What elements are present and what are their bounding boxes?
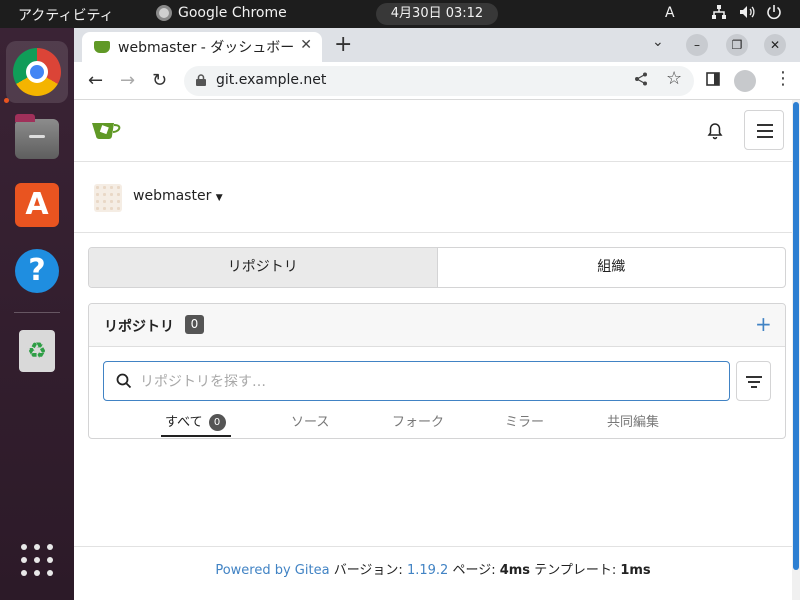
gitea-favicon-icon — [94, 41, 110, 53]
gitea-navbar — [74, 100, 792, 162]
power-icon[interactable] — [766, 4, 782, 24]
activities-button[interactable]: アクティビティ — [18, 5, 114, 25]
back-button[interactable]: ← — [88, 70, 103, 91]
page-content: webmaster ▼ リポジトリ 組織 リポジトリ 0 + リポジトリを探す…… — [74, 100, 792, 600]
browser-tab[interactable]: webmaster - ダッシュボード ✕ — [82, 32, 322, 62]
new-tab-button[interactable]: + — [334, 32, 352, 57]
repository-panel-title: リポジトリ — [104, 319, 174, 335]
page-scrollbar[interactable] — [792, 100, 800, 600]
show-apps-icon[interactable] — [21, 544, 53, 576]
page-footer: Powered by Gitea バージョン: 1.19.2 ページ: 4ms … — [74, 546, 792, 600]
active-tab-underline — [161, 435, 231, 437]
input-method-indicator[interactable]: A — [665, 5, 675, 21]
caret-down-icon: ▼ — [215, 193, 223, 203]
tab-strip: webmaster - ダッシュボード ✕ + ⌄ – ❐ ✕ — [74, 28, 800, 62]
more-menu-icon[interactable]: ⋮ — [774, 68, 792, 89]
volume-icon[interactable] — [739, 4, 755, 24]
chrome-icon — [13, 48, 61, 96]
clock-button[interactable]: 4月30日 03:12 — [376, 3, 498, 25]
powered-by-link[interactable]: Powered by Gitea — [215, 563, 329, 578]
files-icon — [15, 114, 59, 159]
repo-tab-mirrors[interactable]: ミラー — [505, 411, 544, 430]
repo-tab-collaborative[interactable]: 共同編集 — [607, 411, 659, 430]
template-time-value: 1ms — [620, 563, 651, 578]
tab-repositories[interactable]: リポジトリ — [89, 248, 437, 287]
gitea-logo-icon[interactable] — [90, 118, 122, 140]
repository-panel-header: リポジトリ 0 + — [89, 304, 785, 347]
dock: A ? ♻ — [0, 28, 74, 600]
scrollbar-thumb[interactable] — [793, 102, 799, 570]
dock-app-center[interactable]: A — [6, 174, 68, 236]
repository-count-badge: 0 — [185, 315, 204, 334]
repo-tab-all-label: すべて — [165, 415, 203, 430]
help-icon: ? — [15, 249, 59, 293]
tab-title: webmaster - ダッシュボード — [118, 40, 298, 56]
minimize-button[interactable]: – — [686, 34, 708, 56]
context-user-name: webmaster — [133, 188, 212, 204]
reload-button[interactable]: ↻ — [152, 70, 167, 91]
footer-info: Powered by Gitea バージョン: 1.19.2 ページ: 4ms … — [74, 559, 792, 578]
url-text: git.example.net — [216, 72, 327, 88]
app-store-icon: A — [15, 183, 59, 227]
repository-search — [103, 361, 730, 401]
share-icon[interactable] — [634, 71, 648, 90]
menu-toggle-button[interactable] — [744, 110, 784, 150]
user-avatar — [94, 184, 122, 212]
profile-avatar-icon[interactable] — [734, 70, 756, 92]
page-time-label: ページ: — [452, 563, 496, 578]
app-menu-label: Google Chrome — [178, 5, 287, 21]
bookmark-star-icon[interactable]: ☆ — [666, 68, 682, 89]
repository-search-input[interactable] — [140, 371, 700, 393]
search-icon — [116, 373, 132, 389]
browser-toolbar: ← → ↻ git.example.net ☆ ⋮ — [74, 62, 800, 100]
add-repository-icon[interactable]: + — [755, 312, 772, 336]
address-bar[interactable]: git.example.net — [184, 66, 694, 96]
tab-search-button[interactable]: ⌄ — [652, 34, 664, 50]
version-label: バージョン: — [333, 563, 403, 578]
network-icon[interactable] — [711, 4, 727, 24]
system-top-bar: アクティビティ Google Chrome 4月30日 03:12 A — [0, 0, 800, 28]
repository-panel: リポジトリ 0 + すべて0 ソース フォー — [88, 303, 786, 439]
template-time-label: テンプレート: — [534, 563, 617, 578]
maximize-button[interactable]: ❐ — [726, 34, 748, 56]
lock-icon — [196, 74, 206, 86]
repository-type-tabs: すべて 0 ソース フォーク ミラー 共同編集 — [149, 404, 749, 438]
dashboard-switch: リポジトリ 組織 — [88, 247, 786, 288]
context-user-dropdown[interactable]: webmaster ▼ — [133, 188, 223, 204]
context-switcher: webmaster ▼ — [74, 162, 792, 233]
notifications-bell-icon[interactable] — [707, 122, 723, 140]
close-window-button[interactable]: ✕ — [764, 34, 786, 56]
filter-button[interactable] — [736, 361, 771, 401]
dock-files[interactable] — [6, 108, 68, 170]
forward-button[interactable]: → — [120, 70, 135, 91]
side-panel-icon[interactable] — [706, 71, 720, 90]
dock-chrome[interactable] — [6, 41, 68, 103]
tab-close-icon[interactable]: ✕ — [300, 37, 312, 53]
app-menu[interactable]: Google Chrome — [156, 5, 287, 21]
dock-separator — [14, 312, 60, 313]
repo-tab-sources[interactable]: ソース — [291, 411, 329, 430]
repo-tab-all-count: 0 — [208, 414, 226, 431]
browser-window: webmaster - ダッシュボード ✕ + ⌄ – ❐ ✕ ← → ↻ gi… — [74, 28, 800, 600]
dock-help[interactable]: ? — [6, 240, 68, 302]
tab-organizations[interactable]: 組織 — [436, 248, 786, 287]
version-link[interactable]: 1.19.2 — [407, 563, 448, 578]
trash-icon: ♻ — [19, 330, 55, 372]
dock-trash[interactable]: ♻ — [6, 320, 68, 382]
page-time-value: 4ms — [499, 563, 531, 578]
repo-tab-all[interactable]: すべて 0 — [165, 411, 226, 431]
chrome-icon — [156, 5, 172, 21]
repo-tab-forks[interactable]: フォーク — [392, 411, 444, 430]
